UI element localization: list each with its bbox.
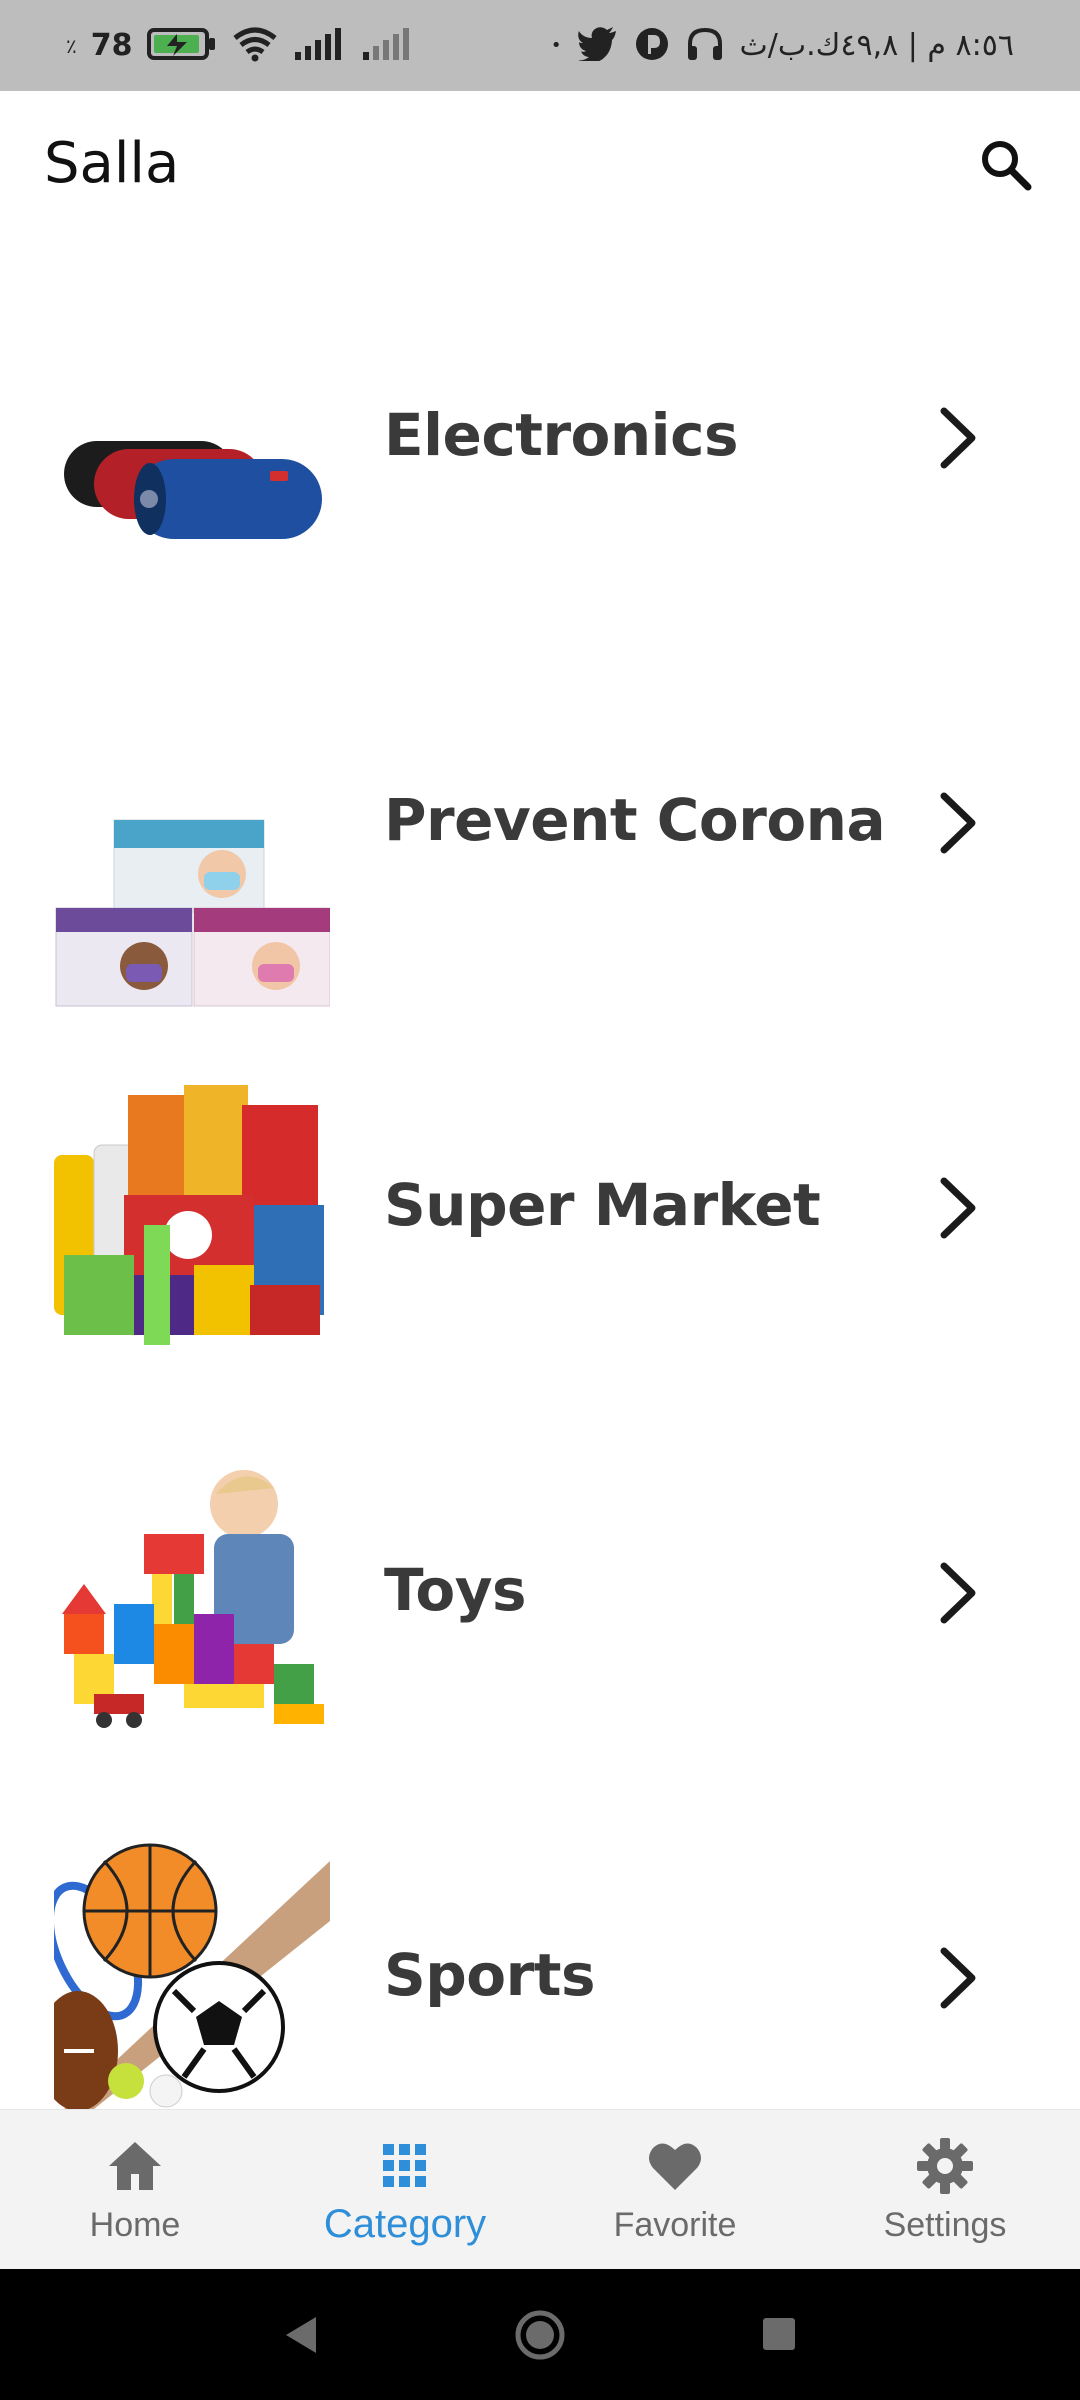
category-label: Toys [384,1556,527,1624]
system-navigation-bar [0,2269,1080,2400]
sports-balls-image [54,1841,330,2109]
nav-label-settings: Settings [883,2206,1007,2244]
status-bar-left: ٪ 78 [66,0,415,91]
chevron-right-icon [930,788,986,858]
gear-icon [915,2136,975,2196]
chevron-right-icon [930,1558,986,1628]
twitter-icon [577,26,618,65]
category-label: Prevent Corona [384,786,886,854]
chevron-right-icon [930,403,986,473]
chevron-right-icon [930,1943,986,2013]
battery-percent: 78 [90,28,133,63]
back-icon[interactable] [278,2313,322,2361]
signal-strength-icon [293,26,347,66]
face-masks-image [54,816,331,1012]
category-item-toys[interactable]: Toys [0,1406,1080,1791]
category-item-super-market[interactable]: Super Market [0,1021,1080,1406]
grid-icon [375,2136,435,2196]
app-bar: Salla [0,91,1080,251]
home-icon [105,2136,165,2196]
nav-item-home[interactable]: Home [0,2110,270,2270]
nav-item-favorite[interactable]: Favorite [540,2110,810,2270]
category-label: Super Market [384,1171,821,1239]
signal-strength-secondary-icon [361,26,415,66]
chevron-right-icon [930,1173,986,1243]
nav-label-favorite: Favorite [613,2206,737,2244]
nav-item-category[interactable]: Category [270,2110,540,2270]
wifi-icon [231,26,279,66]
home-circle-icon[interactable] [514,2309,566,2365]
headphones-icon [686,26,724,66]
app-notification-icon [634,26,670,66]
toy-blocks-image [54,1464,330,1740]
category-item-electronics[interactable]: Electronics [0,251,1080,636]
bottom-navigation: Home Category Favorite Settings [0,2109,1080,2269]
status-bar-right: • ٨:٥٦ م | ٤٩,٨ك.ب/ث [551,0,1014,91]
status-bar: ٪ 78 • ٨:٥٦ م | ٤٩,٨ك.ب/ث [0,0,1080,91]
app-title: Salla [44,131,180,196]
recents-icon[interactable] [760,2315,798,2357]
battery-percent-sign: ٪ [66,33,77,58]
battery-icon [146,26,217,66]
notification-dot: • [550,35,562,56]
speakers-image [54,431,330,551]
nav-label-category: Category [323,2202,487,2246]
status-time: ٨:٥٦ م | ٤٩,٨ك.ب/ث [739,28,1015,63]
groceries-image [54,1085,330,1347]
nav-label-home: Home [89,2206,181,2244]
category-item-sports[interactable]: Sports [0,1791,1080,2109]
heart-icon [645,2136,705,2196]
category-label: Sports [384,1941,596,2009]
category-list: Electronics Prevent Corona Super Market … [0,251,1080,2109]
category-item-prevent-corona[interactable]: Prevent Corona [0,636,1080,1021]
search-button[interactable] [970,131,1042,203]
search-icon [978,137,1034,197]
category-label: Electronics [384,401,738,469]
nav-item-settings[interactable]: Settings [810,2110,1080,2270]
